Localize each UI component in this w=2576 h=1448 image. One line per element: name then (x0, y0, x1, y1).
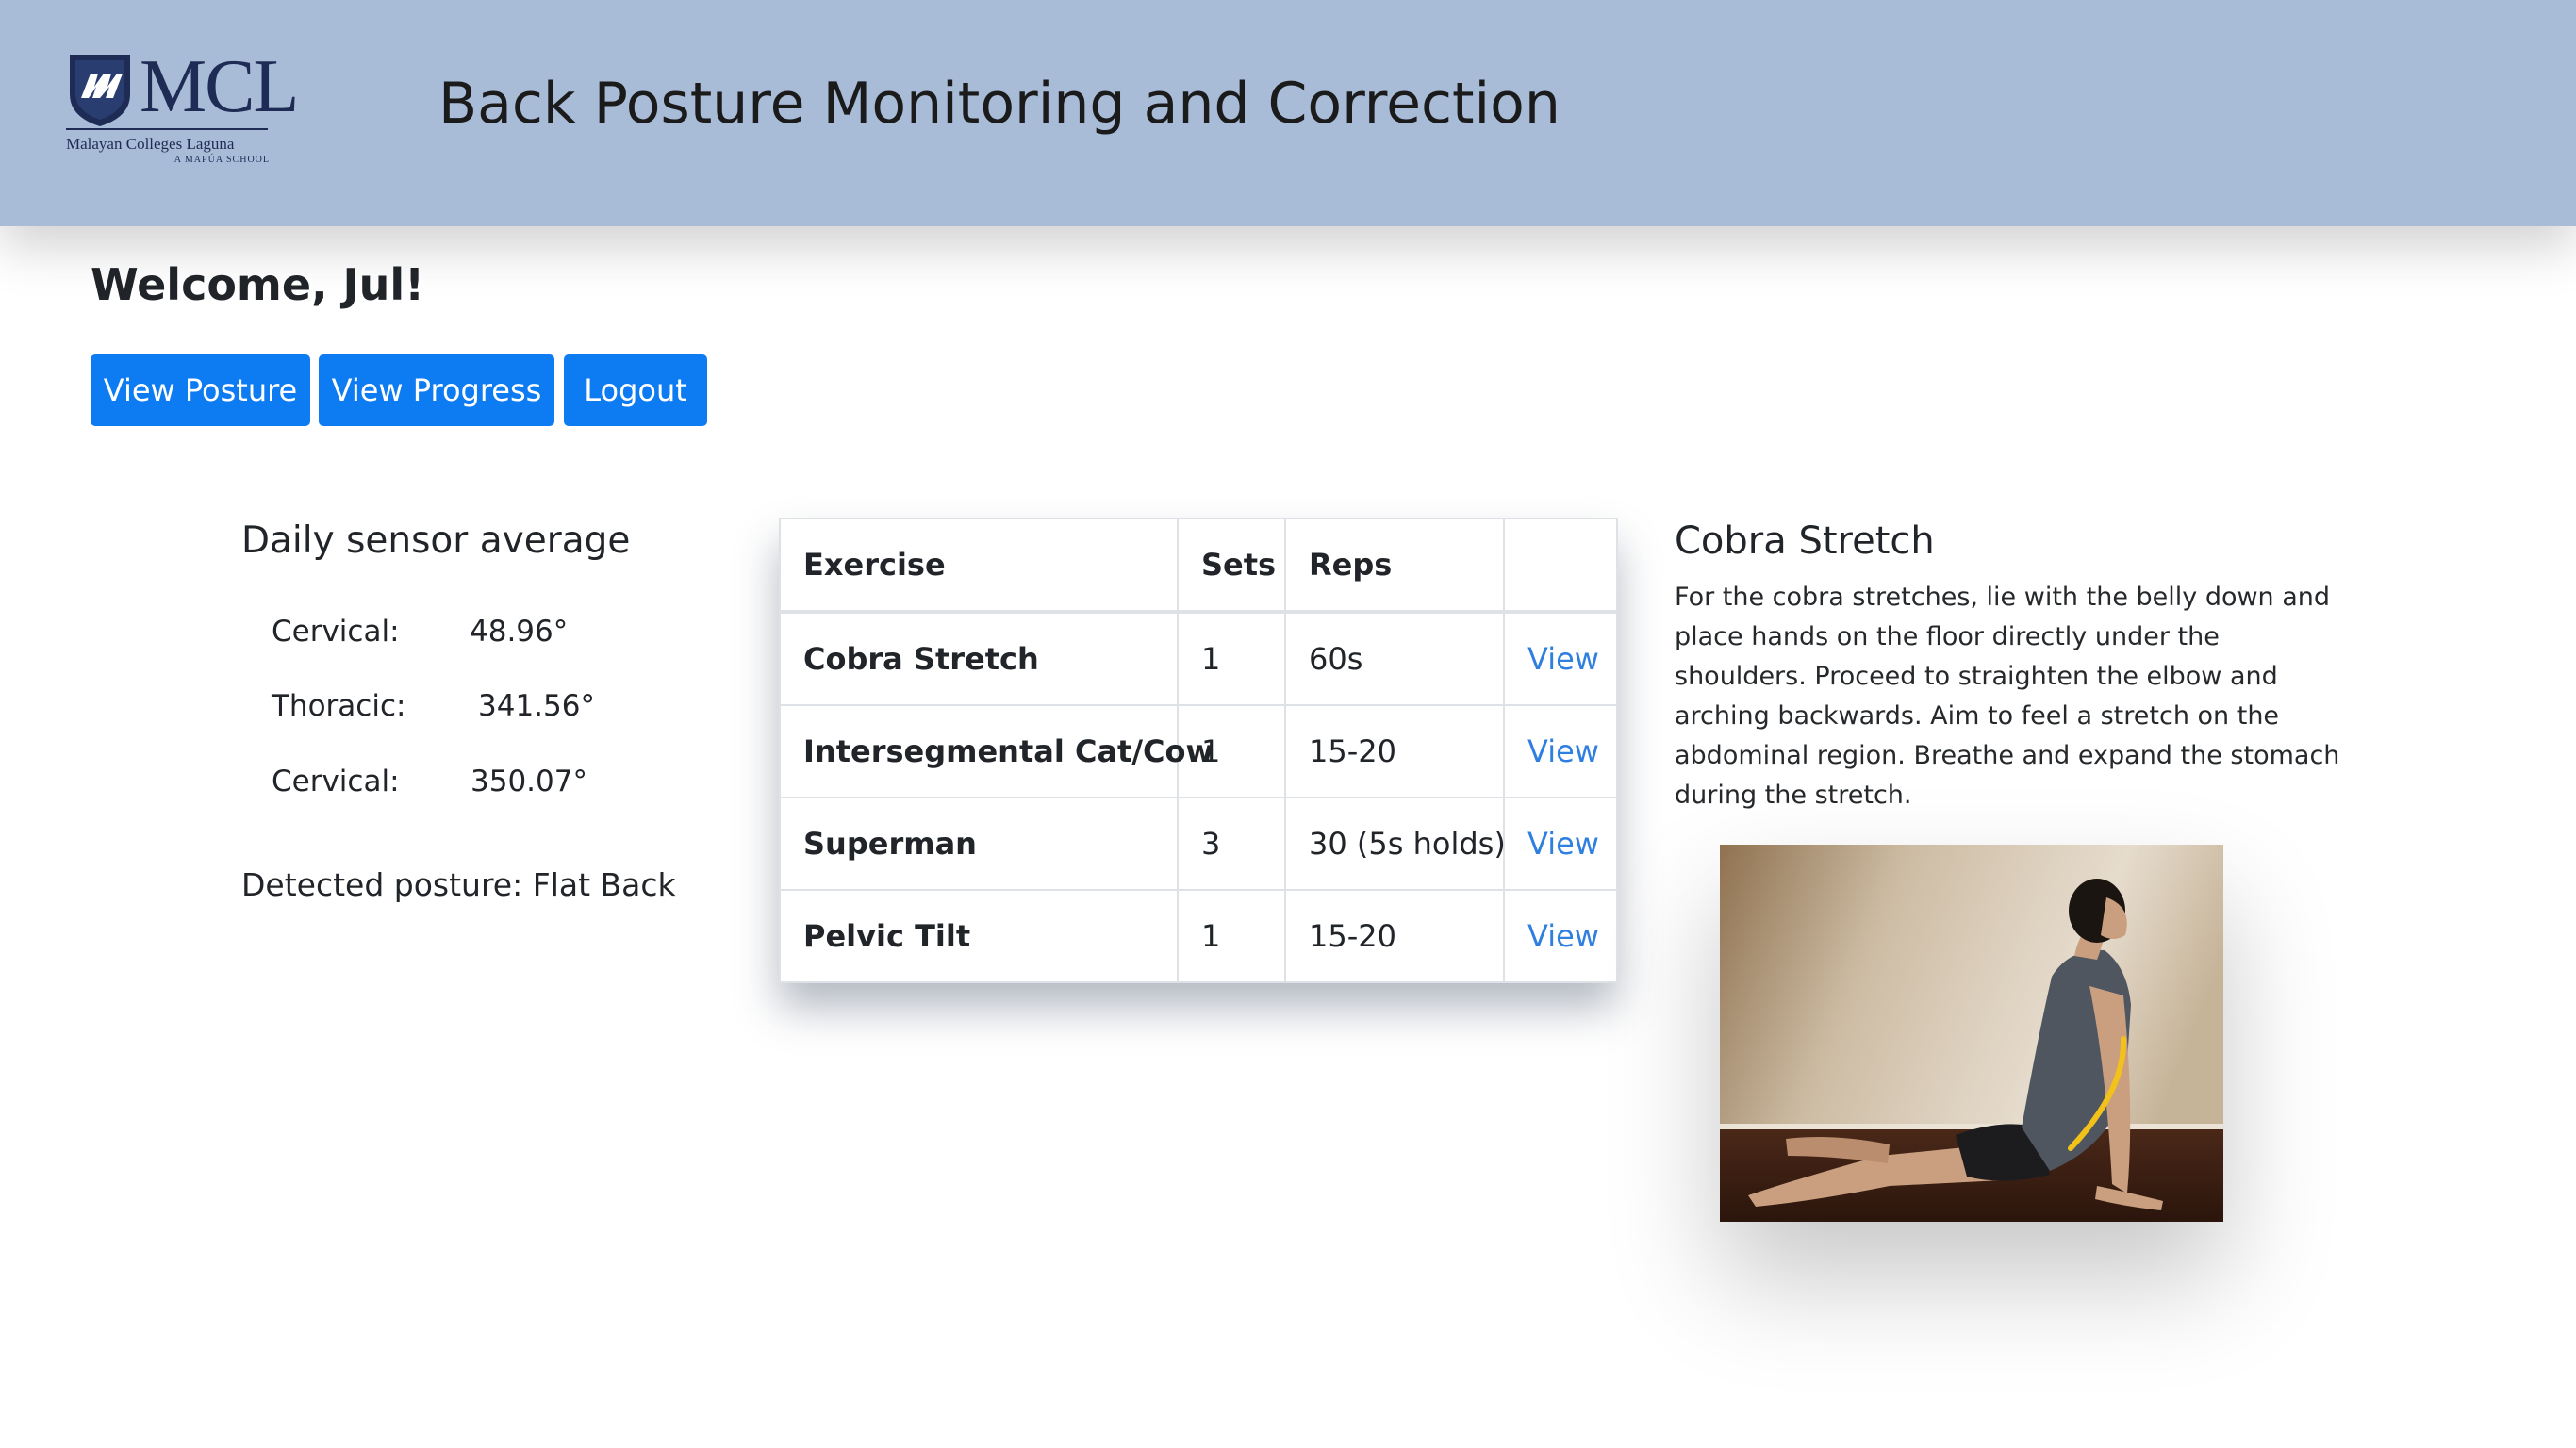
exercise-detail-description: For the cobra stretches, lie with the be… (1675, 583, 2340, 810)
sensor-label-cervical-2: Cervical: (272, 765, 400, 798)
table-header-row: Exercise Sets Reps (779, 518, 1618, 614)
table-row: Intersegmental Cat/Cow 1 15-20 View (779, 704, 1618, 798)
table-row: Superman 3 30 (5s holds) View (779, 797, 1618, 891)
cobra-stretch-photo (1720, 845, 2223, 1222)
exercise-sets: 3 (1177, 797, 1286, 891)
logo-wordmark: MCL (140, 45, 299, 128)
view-superman-link[interactable]: View (1527, 826, 1599, 862)
logout-button[interactable]: Logout (564, 354, 707, 426)
view-progress-button[interactable]: View Progress (319, 354, 554, 426)
view-pelvic-tilt-link[interactable]: View (1527, 918, 1599, 954)
column-header-sets: Sets (1177, 518, 1286, 614)
mcl-logo[interactable]: MCL Malayan Colleges Laguna A MAPÚA SCHO… (66, 49, 299, 172)
sensor-value-cervical-2: 350.07° (471, 765, 587, 798)
view-cobra-stretch-link[interactable]: View (1527, 641, 1599, 677)
exercise-sets: 1 (1177, 889, 1286, 983)
exercise-table: Exercise Sets Reps Cobra Stretch 1 60s V… (779, 518, 1618, 983)
detected-posture-label: Detected posture: (241, 866, 523, 903)
table-row: Cobra Stretch 1 60s View (779, 611, 1618, 706)
logo-tagline: A MAPÚA SCHOOL (173, 155, 270, 165)
exercise-reps: 30 (5s holds) (1284, 797, 1506, 891)
exercise-action-cell: View (1503, 797, 1618, 891)
app-title: Back Posture Monitoring and Correction (438, 71, 1560, 137)
header-bar: MCL Malayan Colleges Laguna A MAPÚA SCHO… (0, 0, 2576, 226)
detected-posture: Detected posture: Flat Back (241, 865, 676, 905)
exercise-table-card: Exercise Sets Reps Cobra Stretch 1 60s V… (779, 518, 1618, 983)
detected-posture-value: Flat Back (532, 866, 676, 903)
sensor-value-cervical: 48.96° (470, 615, 569, 649)
logo-subtitle: Malayan Colleges Laguna (66, 135, 235, 153)
view-posture-button[interactable]: View Posture (91, 354, 310, 426)
column-header-action (1503, 518, 1618, 614)
welcome-heading: Welcome, Jul! (91, 259, 425, 310)
exercise-name: Intersegmental Cat/Cow (779, 704, 1214, 798)
sensor-label-thoracic: Thoracic: (272, 689, 406, 723)
table-row: Pelvic Tilt 1 15-20 View (779, 889, 1618, 983)
sensor-title: Daily sensor average (241, 519, 631, 562)
column-header-reps: Reps (1284, 518, 1505, 614)
exercise-name: Cobra Stretch (779, 611, 1179, 706)
shield-logo-icon (70, 55, 130, 126)
sensor-value-thoracic: 341.56° (478, 689, 595, 723)
exercise-reps: 15-20 (1284, 704, 1505, 798)
column-header-exercise: Exercise (779, 518, 1179, 614)
view-cat-cow-link[interactable]: View (1527, 733, 1599, 769)
exercise-name: Superman (779, 797, 1179, 891)
exercise-action-cell: View (1503, 704, 1618, 798)
exercise-action-cell: View (1503, 889, 1618, 983)
sensor-label-cervical: Cervical: (272, 615, 400, 649)
exercise-sets: 1 (1177, 611, 1286, 706)
exercise-reps: 15-20 (1284, 889, 1505, 983)
exercise-action-cell: View (1503, 611, 1618, 706)
exercise-reps: 60s (1284, 611, 1505, 706)
exercise-detail-title: Cobra Stretch (1675, 519, 1935, 563)
exercise-name: Pelvic Tilt (779, 889, 1179, 983)
logo-divider (66, 128, 268, 130)
